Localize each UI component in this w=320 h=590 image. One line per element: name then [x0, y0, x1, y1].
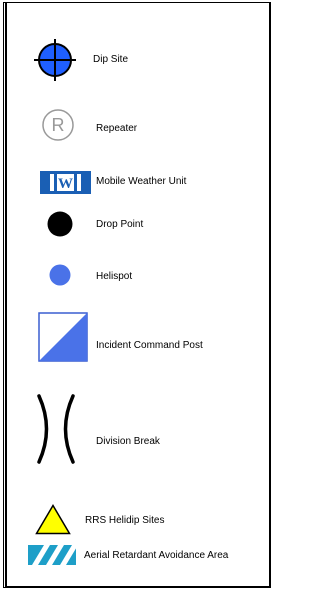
crosshair-circle-icon: [33, 38, 77, 82]
yellow-triangle-icon: [35, 504, 71, 535]
aerial-retardant-avoidance-area-label: Aerial Retardant Avoidance Area: [84, 550, 229, 561]
parentheses-icon: [35, 393, 77, 465]
helispot-label: Helispot: [96, 271, 133, 282]
repeater-glyph: R: [52, 115, 65, 135]
dip-site-label: Dip Site: [93, 54, 129, 65]
weather-unit-box-icon: W: [40, 171, 91, 194]
black-dot-icon: [47, 211, 73, 237]
hatched-bar-icon: [28, 545, 76, 565]
drop-point-label: Drop Point: [96, 219, 144, 230]
legend-inner-frame: [5, 2, 271, 588]
blue-dot-icon: [49, 264, 71, 286]
repeater-label: Repeater: [96, 123, 138, 134]
weather-unit-glyph: W: [58, 176, 73, 192]
mobile-weather-unit-label: Mobile Weather Unit: [96, 176, 187, 187]
icp-square-icon: [38, 312, 88, 362]
rrs-helidip-sites-label: RRS Helidip Sites: [85, 515, 165, 526]
incident-command-post-label: Incident Command Post: [96, 340, 203, 351]
division-break-label: Division Break: [96, 436, 160, 447]
registered-circle-icon: R: [41, 108, 75, 142]
